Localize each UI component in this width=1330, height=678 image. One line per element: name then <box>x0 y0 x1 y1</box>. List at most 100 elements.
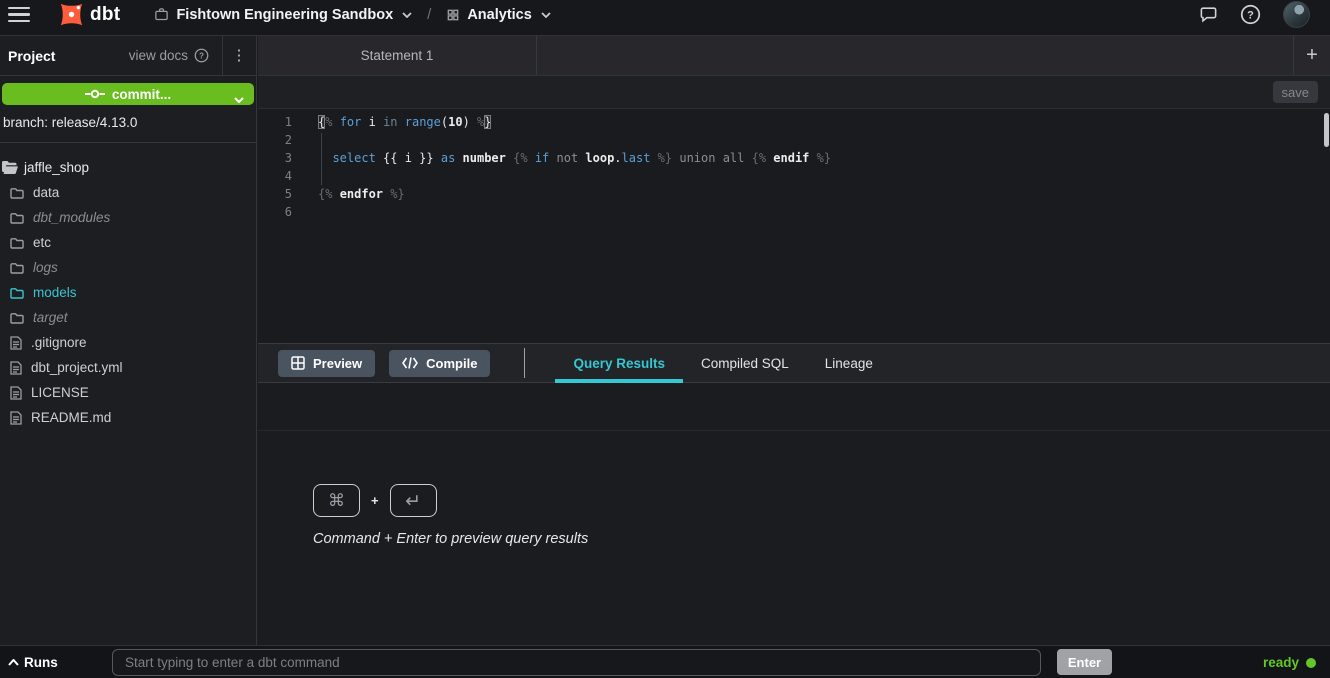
view-docs-link[interactable]: view docs ? <box>129 48 209 63</box>
tree-item-dbt_modules[interactable]: dbt_modules <box>0 205 256 230</box>
kebab-menu-icon[interactable]: ⋮ <box>223 36 256 76</box>
line-number: 2 <box>258 131 304 149</box>
tab-label: Lineage <box>825 356 873 371</box>
dbt-logo: dbt <box>58 1 120 28</box>
tree-item-label: etc <box>33 235 51 250</box>
tab-query-results[interactable]: Query Results <box>555 344 683 382</box>
enter-button[interactable]: Enter <box>1057 649 1112 675</box>
sidebar-title: Project <box>8 48 129 64</box>
sidebar-header: Project view docs ? ⋮ <box>0 36 256 76</box>
line-number: 3 <box>258 149 304 167</box>
folder-icon <box>10 237 24 249</box>
dbt-ide-app: dbt Fishtown Engineering Sandbox / Analy… <box>0 0 1330 678</box>
tree-item-label: target <box>33 310 68 325</box>
help-icon[interactable]: ? <box>1240 4 1261 25</box>
tab-lineage[interactable]: Lineage <box>807 344 891 382</box>
hint-text: Command + Enter to preview query results <box>313 531 588 547</box>
code-editor[interactable]: 1{% for i in range(10) %}23 select {{ i … <box>258 108 1330 343</box>
save-button[interactable]: save <box>1273 81 1318 103</box>
keyboard-hint: ⌘ + ↵ Command + Enter to preview query r… <box>313 484 588 547</box>
tree-item-label: data <box>33 185 59 200</box>
question-circle-icon: ? <box>194 48 209 63</box>
tab-label: Statement 1 <box>361 48 434 63</box>
tab-label: Query Results <box>573 356 665 371</box>
folder-icon <box>10 187 24 199</box>
file-tree: jaffle_shopdata dbt_modulesetc logsmodels t… <box>0 143 256 430</box>
grid-icon <box>446 8 460 22</box>
tree-item-.gitignore[interactable]: .gitignore <box>0 330 256 355</box>
table-icon <box>291 356 305 370</box>
tree-item-logs[interactable]: logs <box>0 255 256 280</box>
status-dot <box>1306 658 1316 668</box>
line-number: 6 <box>258 203 304 221</box>
tree-item-label: jaffle_shop <box>24 160 89 175</box>
file-icon <box>10 336 22 350</box>
runs-toggle[interactable]: Runs <box>8 646 58 678</box>
top-bar: dbt Fishtown Engineering Sandbox / Analy… <box>0 0 1330 36</box>
editor-tab-bar: Statement 1 + <box>258 36 1330 76</box>
code-line-6[interactable]: 6 <box>258 203 1330 221</box>
file-icon <box>10 386 22 400</box>
code-text: {% endfor %} <box>318 185 405 203</box>
status-label: ready <box>1263 655 1299 670</box>
file-icon <box>10 411 22 425</box>
toolbar-divider <box>524 348 525 378</box>
status-indicator: ready <box>1263 646 1316 678</box>
folder-icon <box>10 312 24 324</box>
main-area: Statement 1 + save 1{% for i in range(10… <box>258 36 1330 645</box>
code-line-1[interactable]: 1{% for i in range(10) %} <box>258 113 1330 131</box>
environment-selector-label: Analytics <box>467 7 531 23</box>
chat-icon[interactable] <box>1199 5 1218 24</box>
environment-selector[interactable]: Analytics <box>446 7 550 23</box>
chevron-down-icon <box>541 12 551 18</box>
code-line-3[interactable]: 3 select {{ i }} as number {% if not loo… <box>258 149 1330 167</box>
code-lines: 1{% for i in range(10) %}23 select {{ i … <box>258 113 1330 221</box>
tab-statement-1[interactable]: Statement 1 <box>258 36 537 75</box>
user-avatar[interactable] <box>1283 1 1310 28</box>
tree-item-label: LICENSE <box>31 385 89 400</box>
command-key-icon: ⌘ <box>313 484 360 517</box>
tree-item-LICENSE[interactable]: LICENSE <box>0 380 256 405</box>
tree-item-target[interactable]: target <box>0 305 256 330</box>
brand-text: dbt <box>90 4 120 26</box>
folder-icon <box>10 262 24 274</box>
results-toolbar: Preview Compile Query Results Compiled SQ… <box>258 343 1330 383</box>
plus-separator: + <box>371 493 379 508</box>
folder-open-icon <box>2 161 18 174</box>
editor-scrollbar[interactable] <box>1324 113 1329 147</box>
svg-text:?: ? <box>1247 9 1254 21</box>
preview-button[interactable]: Preview <box>278 350 375 377</box>
dbt-command-input[interactable] <box>112 649 1041 676</box>
file-icon <box>10 361 22 375</box>
hamburger-menu-icon[interactable] <box>8 7 30 22</box>
project-selector[interactable]: Fishtown Engineering Sandbox <box>154 7 412 23</box>
new-tab-button[interactable]: + <box>1293 36 1330 75</box>
folder-icon <box>10 287 24 299</box>
tree-item-README.md[interactable]: README.md <box>0 405 256 430</box>
tree-item-label: .gitignore <box>31 335 87 350</box>
code-line-5[interactable]: 5 {% endfor %} <box>258 185 1330 203</box>
briefcase-icon <box>154 7 169 22</box>
compile-button[interactable]: Compile <box>389 350 490 377</box>
tree-item-etc[interactable]: etc <box>0 230 256 255</box>
chevron-down-icon[interactable] <box>234 91 244 106</box>
line-number: 5 <box>258 185 304 203</box>
project-selector-label: Fishtown Engineering Sandbox <box>176 7 393 23</box>
tree-item-models[interactable]: models <box>0 280 256 305</box>
line-number: 1 <box>258 113 304 131</box>
tab-compiled-sql[interactable]: Compiled SQL <box>683 344 807 382</box>
tree-item-jaffle_shop[interactable]: jaffle_shop <box>0 155 256 180</box>
results-pane: ⌘ + ↵ Command + Enter to preview query r… <box>258 383 1330 645</box>
tree-item-dbt_project.yml[interactable]: dbt_project.yml <box>0 355 256 380</box>
code-line-2[interactable]: 2 <box>258 131 1330 149</box>
results-separator <box>258 430 1330 431</box>
commit-button-label: commit... <box>112 87 171 102</box>
commit-button[interactable]: commit... <box>2 83 254 105</box>
indent-guide <box>321 133 322 185</box>
code-line-4[interactable]: 4 <box>258 167 1330 185</box>
tree-item-label: README.md <box>31 410 111 425</box>
dbt-logo-icon <box>58 1 85 28</box>
tab-label: Compiled SQL <box>701 356 789 371</box>
breadcrumb-separator: / <box>427 6 431 23</box>
tree-item-data[interactable]: data <box>0 180 256 205</box>
